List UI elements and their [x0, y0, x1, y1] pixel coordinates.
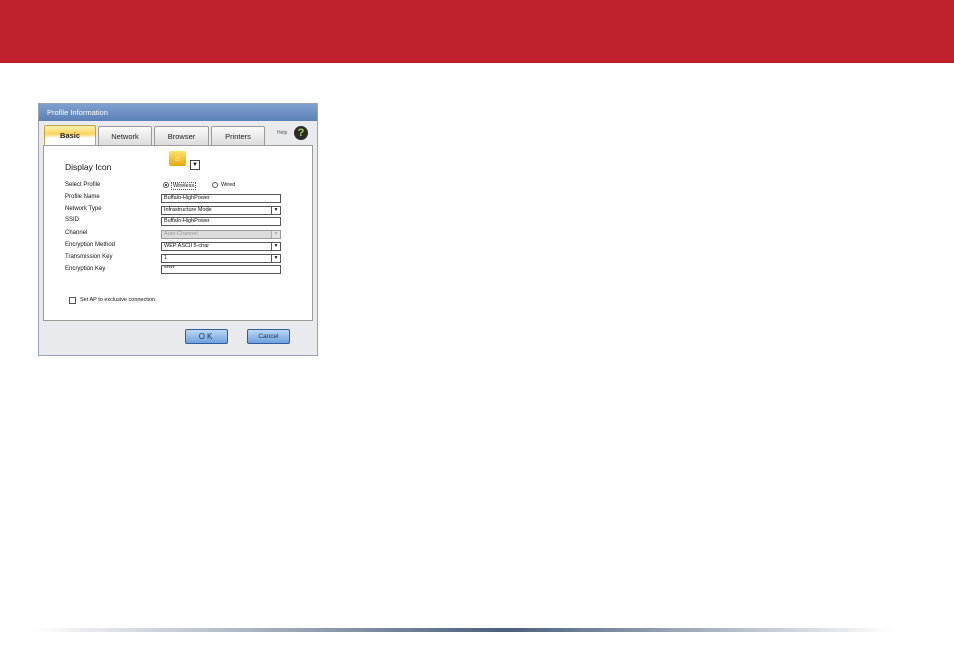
- profile-information-dialog: Profile Information Basic Network Browse…: [38, 103, 318, 356]
- encryption-method-value: WEP ASCII 5-char: [164, 243, 210, 249]
- ok-button[interactable]: OK: [185, 329, 228, 344]
- select-profile-label: Select Profile: [65, 182, 101, 188]
- channel-value: Auto-Channel: [164, 231, 198, 237]
- network-type-label: Network Type: [65, 206, 102, 212]
- channel-label: Channel: [65, 230, 88, 236]
- tab-browser[interactable]: Browser: [154, 126, 209, 145]
- exclusive-connection-checkbox[interactable]: [69, 297, 76, 304]
- network-type-select[interactable]: Infrastructure Mode ▼: [161, 206, 281, 215]
- transmission-key-value: 1: [164, 255, 168, 261]
- wired-radio[interactable]: [212, 182, 218, 188]
- display-icon-label: Display Icon: [65, 162, 112, 172]
- cancel-button[interactable]: Cancel: [247, 329, 290, 344]
- chevron-down-icon[interactable]: ▼: [271, 255, 280, 262]
- tab-basic[interactable]: Basic: [44, 125, 96, 146]
- chevron-down-icon[interactable]: ▼: [271, 243, 280, 250]
- chevron-down-icon[interactable]: ▼: [190, 160, 200, 170]
- profile-name-value: Buffalo-HighPower: [164, 195, 210, 201]
- ssid-input[interactable]: Buffalo-HighPower: [161, 217, 281, 226]
- dialog-title: Profile Information: [39, 104, 317, 121]
- wireless-radio-label[interactable]: Wireless: [171, 182, 197, 190]
- encryption-method-label: Encryption Method: [65, 242, 116, 248]
- chevron-down-icon: ▼: [271, 231, 280, 238]
- help-icon[interactable]: ?: [294, 126, 308, 140]
- transmission-key-select[interactable]: 1 ▼: [161, 254, 281, 263]
- network-type-value: Infrastructure Mode: [164, 207, 212, 213]
- encryption-key-value: *****: [164, 266, 175, 272]
- wireless-profile-icon[interactable]: ⌂: [169, 151, 186, 166]
- bottom-divider: [30, 628, 894, 632]
- ssid-label: SSID: [65, 217, 80, 223]
- chevron-down-icon[interactable]: ▼: [271, 207, 280, 214]
- wireless-radio[interactable]: [163, 182, 169, 188]
- transmission-key-label: Transmission Key: [65, 254, 113, 260]
- top-banner: [0, 0, 954, 63]
- exclusive-connection-label[interactable]: Set AP to exclusive connection.: [80, 297, 157, 303]
- profile-name-input[interactable]: Buffalo-HighPower: [161, 194, 281, 203]
- wired-radio-label[interactable]: Wired: [221, 182, 235, 188]
- tab-printers[interactable]: Printers: [211, 126, 265, 145]
- profile-name-label: Profile Name: [65, 194, 100, 200]
- encryption-key-input[interactable]: *****: [161, 265, 281, 274]
- encryption-method-select[interactable]: WEP ASCII 5-char ▼: [161, 242, 281, 251]
- channel-select: Auto-Channel ▼: [161, 230, 281, 239]
- help-label[interactable]: Help: [277, 130, 287, 136]
- ssid-value: Buffalo-HighPower: [164, 218, 210, 224]
- tab-network[interactable]: Network: [98, 126, 152, 145]
- encryption-key-label: Encryption Key: [65, 266, 106, 272]
